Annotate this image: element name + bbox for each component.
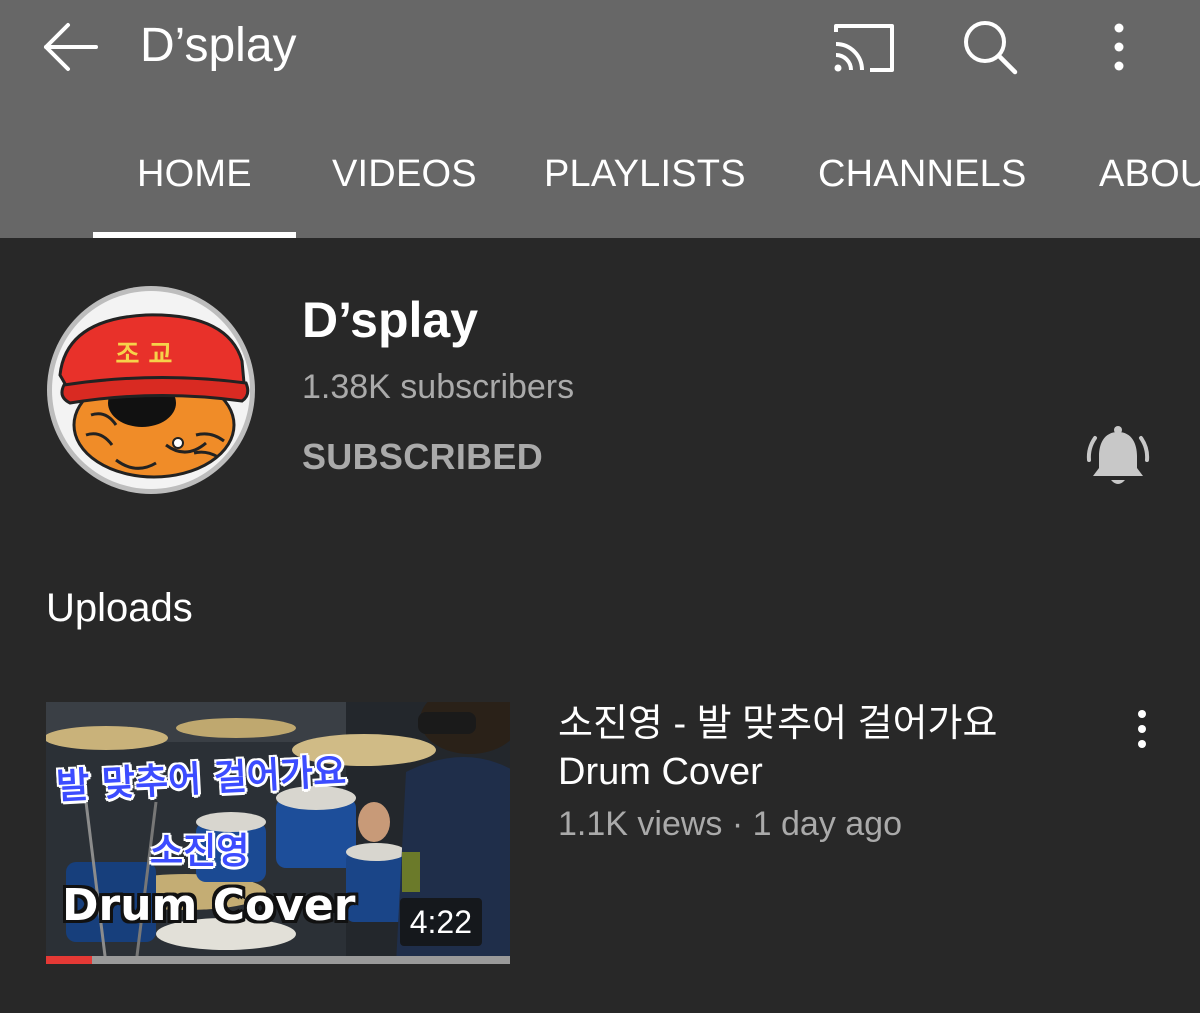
active-tab-indicator (93, 232, 296, 238)
channel-avatar[interactable]: 조 교 (46, 285, 256, 495)
meta-separator: · (731, 805, 744, 843)
video-more-options-button[interactable] (1122, 704, 1162, 754)
thumbnail-caption-drum-cover: Drum Cover (62, 880, 356, 931)
watch-progress-fill (46, 956, 93, 964)
video-upload-age: 1 day ago (752, 805, 902, 843)
cast-button[interactable] (826, 14, 902, 80)
arrow-left-icon (44, 23, 98, 71)
watch-progress-bar (46, 956, 510, 964)
tab-home[interactable]: HOME (137, 150, 252, 198)
tab-about[interactable]: ABOUT (1099, 150, 1200, 198)
top-app-bar: D’splay HOME VIDEOS PLAYLISTS CHANNELS A… (0, 0, 1200, 238)
notification-bell-icon (1086, 426, 1150, 484)
tab-videos[interactable]: VIDEOS (332, 150, 477, 198)
thumbnail-caption-artist: 소진영 (150, 831, 250, 872)
avatar-cap-text: 조 교 (116, 340, 173, 370)
tab-channels[interactable]: CHANNELS (818, 150, 1027, 198)
channel-name: D’splay (302, 292, 479, 348)
notification-bell-button[interactable] (1082, 422, 1154, 494)
tab-playlists[interactable]: PLAYLISTS (544, 150, 746, 198)
more-vert-icon (1138, 710, 1146, 748)
tiger-cap-avatar-image: 조 교 (47, 286, 255, 494)
video-views: 1.1K views (558, 805, 723, 843)
video-duration-badge: 4:22 (399, 898, 482, 946)
more-vert-icon (1114, 23, 1124, 71)
search-icon (964, 21, 1018, 75)
app-bar-title: D’splay (140, 19, 297, 72)
back-button[interactable] (32, 14, 112, 80)
search-button[interactable] (952, 12, 1028, 82)
video-thumbnail[interactable]: 발 맞추어 걸어가요 소진영 Drum Cover 4:22 (46, 702, 510, 964)
video-title[interactable]: 소진영 - 발 맞추어 걸어가요 Drum Cover (558, 700, 1078, 796)
subscriber-count: 1.38K subscribers (302, 368, 575, 406)
video-list-item[interactable]: 발 맞추어 걸어가요 소진영 Drum Cover 4:22 소진영 - 발 맞… (0, 690, 1200, 970)
more-options-button[interactable] (1096, 14, 1142, 80)
uploads-section-title: Uploads (46, 586, 193, 630)
channel-page: D’splay HOME VIDEOS PLAYLISTS CHANNELS A… (0, 0, 1200, 1013)
video-metadata: 1.1K views · 1 day ago (558, 802, 902, 846)
cast-icon (834, 24, 894, 72)
subscribed-button[interactable]: SUBSCRIBED (302, 432, 543, 482)
